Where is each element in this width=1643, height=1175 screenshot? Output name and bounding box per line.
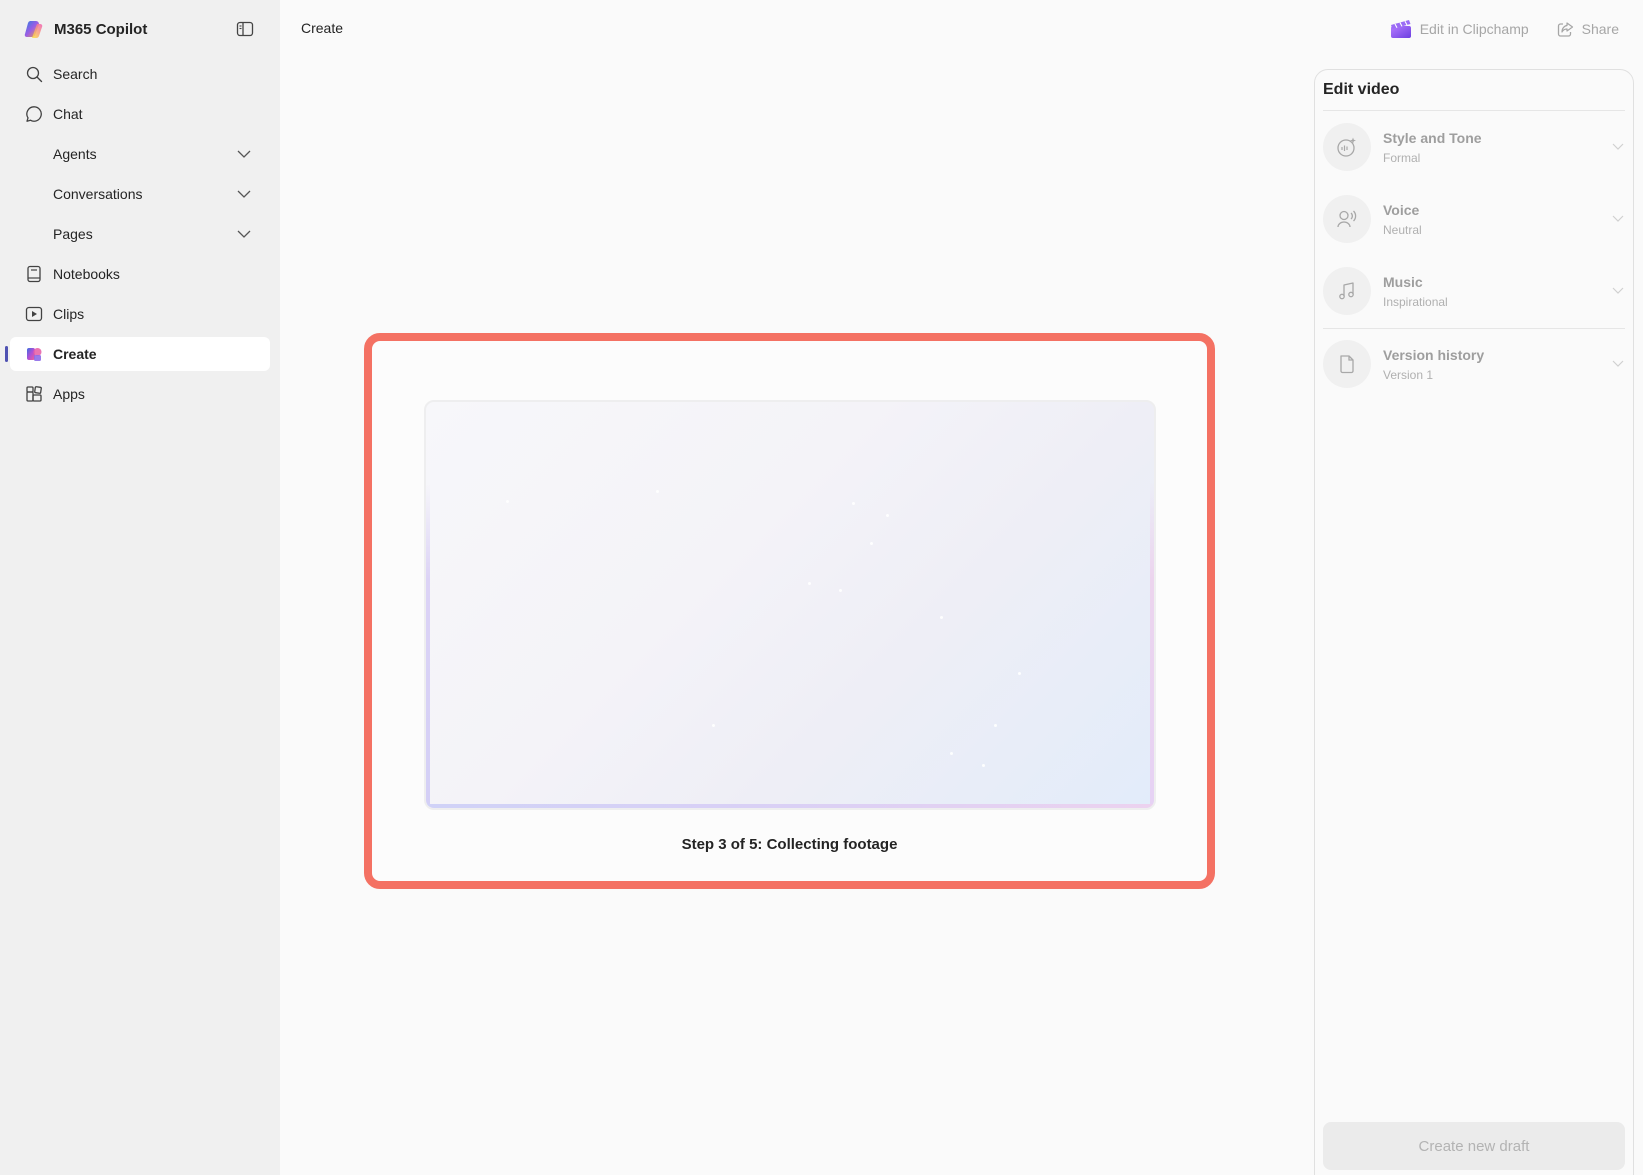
option-text: Version history Version 1 xyxy=(1383,347,1484,382)
create-new-draft-button[interactable]: Create new draft xyxy=(1323,1122,1625,1170)
sidebar-toggle-icon xyxy=(236,21,254,37)
copilot-logo-icon xyxy=(24,21,43,39)
sparkle xyxy=(870,542,873,545)
sparkle xyxy=(712,724,715,727)
sidebar: M365 Copilot Search Chat Agents Conversa… xyxy=(0,0,280,1175)
sidebar-item-label: Conversations xyxy=(53,186,143,202)
style-tone-icon xyxy=(1323,123,1371,171)
chat-icon xyxy=(25,105,43,123)
style-and-tone-option[interactable]: Style and Tone Formal xyxy=(1323,119,1625,175)
option-text: Voice Neutral xyxy=(1383,202,1422,237)
search-icon xyxy=(25,65,43,83)
chevron-down-icon xyxy=(1612,215,1624,222)
chevron-down-icon xyxy=(237,150,251,158)
brand[interactable]: M365 Copilot xyxy=(24,18,147,40)
clips-icon xyxy=(25,305,43,323)
option-value: Version 1 xyxy=(1383,367,1434,382)
sidebar-item-search[interactable]: Search xyxy=(10,57,270,91)
sidebar-item-label: Chat xyxy=(53,106,83,122)
panel-divider xyxy=(1323,110,1625,111)
notebook-icon xyxy=(25,265,43,283)
option-name: Music xyxy=(1383,273,1423,290)
sidebar-item-notebooks[interactable]: Notebooks xyxy=(10,257,270,291)
active-indicator xyxy=(5,346,8,362)
progress-step-text: Step 3 of 5: Collecting footage xyxy=(681,836,898,853)
edit-video-panel: Edit video Style and Tone Formal Voice N… xyxy=(1314,69,1634,1175)
music-icon xyxy=(1323,267,1371,315)
option-value: Neutral xyxy=(1383,222,1422,237)
sparkle xyxy=(982,764,985,767)
edit-in-clipchamp-button[interactable]: Edit in Clipchamp xyxy=(1390,19,1529,39)
header-actions: Edit in Clipchamp Share xyxy=(1390,17,1619,41)
create-icon xyxy=(25,345,43,363)
voice-option[interactable]: Voice Neutral xyxy=(1323,191,1625,247)
app-title: M365 Copilot xyxy=(54,20,148,38)
frame-glow-right xyxy=(1150,482,1154,808)
sidebar-item-label: Pages xyxy=(53,226,93,242)
sidebar-item-chat[interactable]: Chat xyxy=(10,97,270,131)
apps-icon xyxy=(25,385,43,403)
sidebar-item-label: Agents xyxy=(53,146,97,162)
panel-divider xyxy=(1323,328,1625,329)
chevron-down-icon xyxy=(237,190,251,198)
sidebar-item-pages[interactable]: Pages xyxy=(10,217,270,251)
clipchamp-icon xyxy=(1390,20,1411,38)
version-history-option[interactable]: Version history Version 1 xyxy=(1323,336,1625,392)
share-icon xyxy=(1557,21,1573,37)
video-preview-placeholder xyxy=(424,400,1156,810)
chevron-down-icon xyxy=(1612,143,1624,150)
sidebar-item-create[interactable]: Create xyxy=(5,337,270,371)
sidebar-item-label: Search xyxy=(53,66,98,82)
sidebar-item-label: Apps xyxy=(53,386,85,402)
sidebar-item-label: Notebooks xyxy=(53,266,120,282)
sidebar-item-apps[interactable]: Apps xyxy=(10,377,270,411)
panel-title: Edit video xyxy=(1323,81,1400,98)
sidebar-item-clips[interactable]: Clips xyxy=(10,297,270,331)
sparkle xyxy=(950,752,953,755)
sparkle xyxy=(506,500,509,503)
option-name: Version history xyxy=(1383,346,1485,363)
option-value: Inspirational xyxy=(1383,294,1448,309)
music-option[interactable]: Music Inspirational xyxy=(1323,263,1625,319)
sidebar-toggle-button[interactable] xyxy=(234,18,256,40)
sparkle xyxy=(656,490,659,493)
option-text: Style and Tone Formal xyxy=(1383,130,1482,165)
sidebar-item-conversations[interactable]: Conversations xyxy=(10,177,270,211)
sparkle xyxy=(886,514,889,517)
share-button[interactable]: Share xyxy=(1557,21,1619,38)
option-name: Voice xyxy=(1383,201,1420,218)
share-label: Share xyxy=(1581,21,1619,37)
sidebar-nav: Search Chat Agents Conversations Pages N… xyxy=(5,57,270,417)
sparkle xyxy=(940,616,943,619)
option-name: Style and Tone xyxy=(1383,129,1482,146)
video-progress-card: Step 3 of 5: Collecting footage xyxy=(364,333,1215,889)
page-title: Create xyxy=(301,20,344,36)
option-text: Music Inspirational xyxy=(1383,274,1448,309)
sidebar-item-agents[interactable]: Agents xyxy=(10,137,270,171)
edit-in-clipchamp-label: Edit in Clipchamp xyxy=(1419,21,1529,37)
sparkle xyxy=(1018,672,1021,675)
chevron-down-icon xyxy=(1612,360,1624,367)
sparkle xyxy=(839,589,842,592)
frame-glow-bottom xyxy=(426,804,1154,808)
option-value: Formal xyxy=(1383,150,1421,165)
sidebar-item-label: Create xyxy=(53,346,97,362)
voice-icon xyxy=(1323,195,1371,243)
chevron-down-icon xyxy=(1612,287,1624,294)
sidebar-item-label: Clips xyxy=(53,306,85,322)
sparkle xyxy=(852,502,855,505)
document-icon xyxy=(1323,340,1371,388)
sparkle xyxy=(808,582,811,585)
sparkle xyxy=(994,724,997,727)
chevron-down-icon xyxy=(237,230,251,238)
frame-glow-left xyxy=(426,482,430,808)
